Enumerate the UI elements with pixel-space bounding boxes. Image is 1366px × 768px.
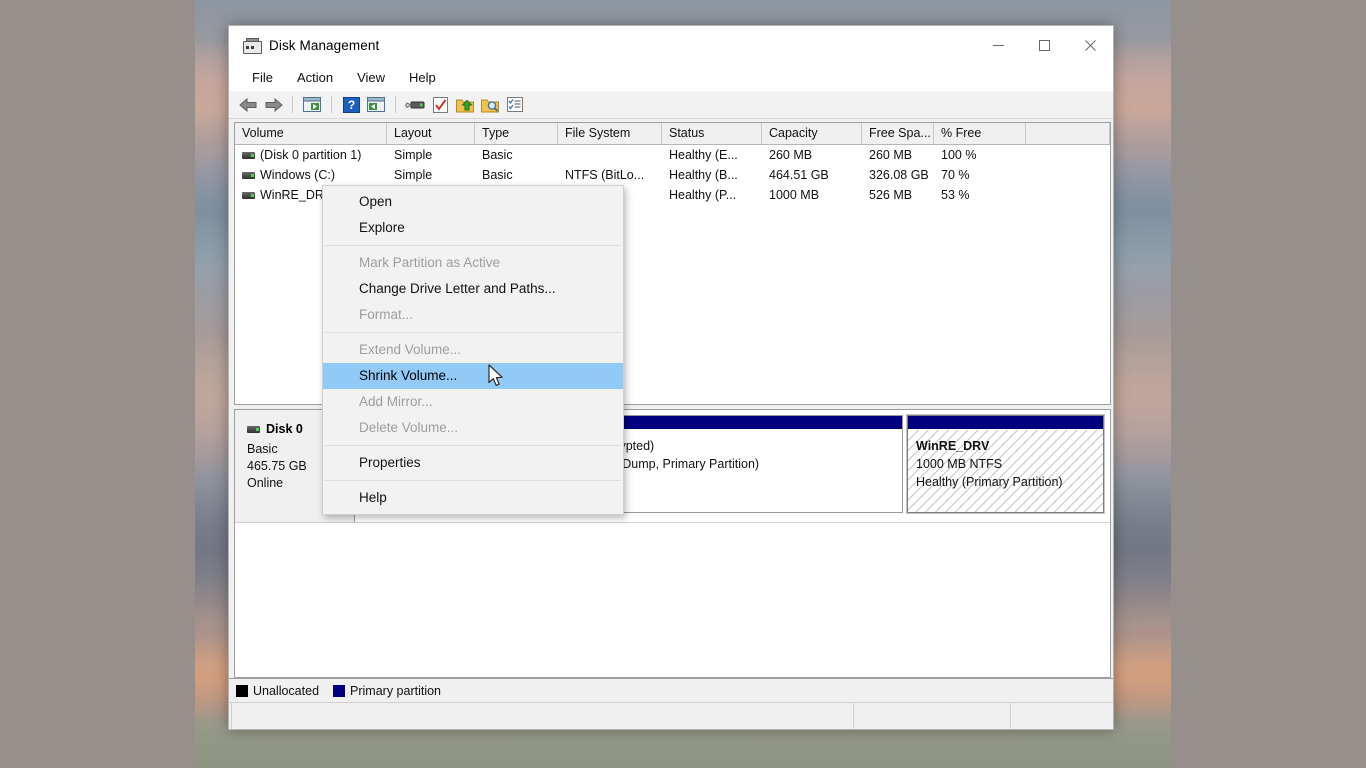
mouse-cursor [488,364,506,394]
status-segment-2 [854,703,1011,729]
cell-capacity: 464.51 GB [769,168,829,182]
disk-name: Disk 0 [266,422,303,436]
window-title: Disk Management [269,37,380,53]
cell-free-space: 260 MB [869,148,913,162]
menu-item-add-mirror: Add Mirror... [359,394,433,409]
volume-icon [242,171,255,179]
toolbar-separator [395,96,396,113]
column-header-status[interactable]: Status [662,123,762,144]
menu-item-mark-partition-as-active: Mark Partition as Active [359,255,501,270]
back-icon[interactable] [237,94,259,115]
legend-swatch-primary-partition [333,684,346,697]
properties-check-icon[interactable] [429,94,451,115]
volume-icon [242,191,255,199]
cell-layout: Simple [394,168,433,182]
cell-percent-free: 70 % [941,168,970,182]
window-controls [975,26,1113,64]
show-hide-console-tree-icon[interactable] [301,94,323,115]
column-header-capacity[interactable]: Capacity [762,123,862,144]
show-hide-action-pane-icon[interactable] [365,94,387,115]
volume-icon [242,151,255,159]
cell-volume: (Disk 0 partition 1) [260,148,362,162]
forward-icon[interactable] [262,94,284,115]
legend-label-primary-partition: Primary partition [350,683,442,698]
export-list-icon[interactable] [454,94,476,115]
menu-separator [325,245,621,246]
column-header-type[interactable]: Type [475,123,558,144]
help-icon[interactable]: ? [340,94,362,115]
menu-separator [325,445,621,446]
menu-item-delete-volume: Delete Volume... [359,420,459,435]
cell-type: Basic [482,168,513,182]
cell-volume: Windows (C:) [260,168,336,182]
svg-text:?: ? [347,98,354,112]
close-button[interactable] [1067,26,1113,64]
column-header-free-space[interactable]: Free Spa... [862,123,934,144]
status-segment-3 [1011,703,1113,729]
volume-list-header: Volume Layout Type File System Status Ca… [235,123,1110,145]
menu-file[interactable]: File [241,67,284,88]
menu-separator [325,332,621,333]
menu-item-shrink-volume[interactable]: Shrink Volume... [323,363,623,389]
menu-separator [325,480,621,481]
partition-winre-drv[interactable]: WinRE_DRV 1000 MB NTFS Healthy (Primary … [906,414,1105,514]
legend: Unallocated Primary partition [229,678,1113,702]
column-header-layout[interactable]: Layout [387,123,475,144]
table-row[interactable]: Windows (C:) Simple Basic NTFS (BitLo...… [235,165,1110,185]
menu-item-open[interactable]: Open [323,189,623,215]
cell-percent-free: 53 % [941,188,970,202]
menu-bar: File Action View Help [229,64,1113,91]
menu-help[interactable]: Help [398,67,447,88]
cell-layout: Simple [394,148,433,162]
cell-capacity: 260 MB [769,148,813,162]
menu-item-change-drive-letter-and-paths[interactable]: Change Drive Letter and Paths... [323,276,623,302]
context-menu: Open Explore Mark Partition as Active Ch… [322,185,624,515]
cell-free-space: 526 MB [869,188,913,202]
cell-status: Healthy (B... [669,168,738,182]
cell-free-space: 326.08 GB [869,168,929,182]
cell-percent-free: 100 % [941,148,977,162]
toolbar-separator [292,96,293,113]
menu-item-help[interactable]: Help [323,485,623,511]
cell-status: Healthy (P... [669,188,737,202]
status-bar [229,702,1113,729]
partition-line3: Healthy (Primary Partition) [916,475,1063,489]
maximize-button[interactable] [1021,26,1067,64]
cell-file-system: NTFS (BitLo... [565,168,645,182]
column-header-percent-free[interactable]: % Free [934,123,1026,144]
menu-item-extend-volume: Extend Volume... [359,342,462,357]
menu-action[interactable]: Action [286,67,344,88]
minimize-button[interactable] [975,26,1021,64]
table-row[interactable]: (Disk 0 partition 1) Simple Basic Health… [235,145,1110,165]
menu-item-explore[interactable]: Explore [323,215,623,241]
partition-color-bar [908,416,1103,430]
menu-view[interactable]: View [346,67,396,88]
menu-item-properties[interactable]: Properties [323,450,623,476]
search-folder-icon[interactable] [479,94,501,115]
menu-item-format: Format... [359,307,414,322]
toolbar-separator [331,96,332,113]
disk-management-icon [243,37,262,54]
cell-status: Healthy (E... [669,148,738,162]
column-header-volume[interactable]: Volume [235,123,387,144]
cell-type: Basic [482,148,513,162]
legend-label-unallocated: Unallocated [253,683,320,698]
disk-icon [247,425,260,433]
legend-swatch-unallocated [236,684,248,697]
title-bar: Disk Management [229,26,1113,64]
column-header-file-system[interactable]: File System [558,123,662,144]
list-properties-icon[interactable] [504,94,526,115]
toolbar: ? [229,91,1113,119]
partition-name: WinRE_DRV [916,439,990,453]
rescan-disks-icon[interactable] [404,94,426,115]
status-segment-1 [231,703,854,729]
cell-capacity: 1000 MB [769,188,820,202]
partition-line2: 1000 MB NTFS [916,457,1003,471]
column-header-blank[interactable] [1026,123,1110,144]
